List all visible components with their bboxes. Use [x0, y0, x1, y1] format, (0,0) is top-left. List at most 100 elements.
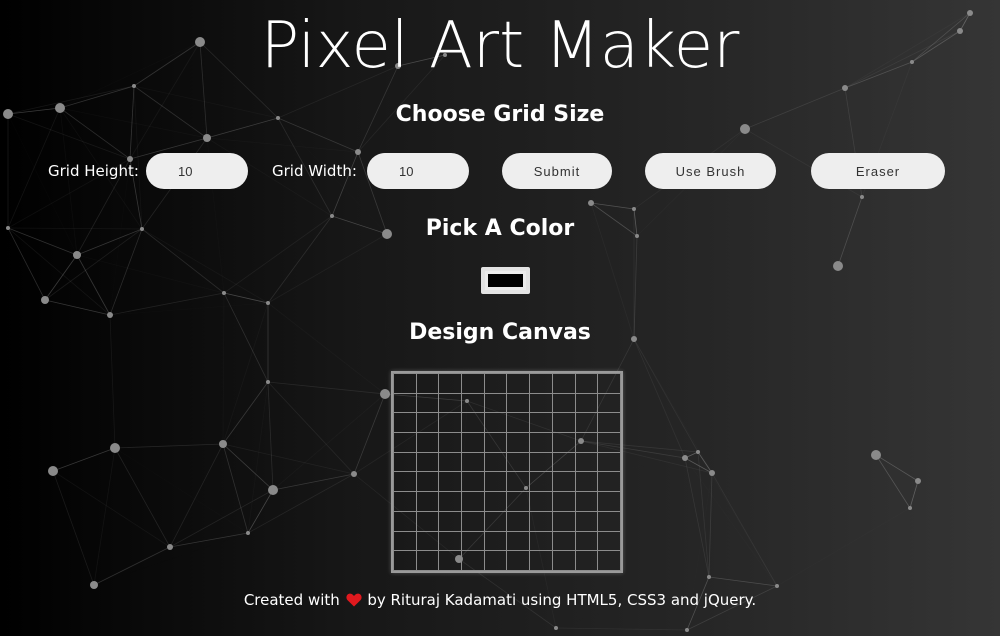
grid-cell[interactable]	[461, 491, 485, 512]
grid-cell[interactable]	[551, 491, 576, 512]
grid-cell[interactable]	[461, 451, 485, 473]
grid-cell[interactable]	[461, 412, 485, 434]
grid-cell[interactable]	[393, 530, 417, 552]
grid-cell[interactable]	[415, 451, 440, 473]
grid-cell[interactable]	[551, 550, 576, 571]
grid-cell[interactable]	[393, 392, 417, 414]
grid-cell[interactable]	[483, 373, 508, 394]
color-picker[interactable]	[481, 267, 530, 294]
grid-cell[interactable]	[438, 432, 463, 453]
grid-cell[interactable]	[597, 550, 621, 571]
grid-cell[interactable]	[438, 491, 463, 512]
grid-height-input[interactable]	[146, 153, 248, 189]
grid-cell[interactable]	[415, 432, 440, 453]
grid-cell[interactable]	[597, 530, 621, 552]
grid-cell[interactable]	[551, 510, 576, 532]
grid-cell[interactable]	[393, 550, 417, 571]
grid-cell[interactable]	[551, 432, 576, 453]
grid-cell[interactable]	[574, 412, 599, 434]
grid-cell[interactable]	[483, 530, 508, 552]
grid-cell[interactable]	[393, 451, 417, 473]
grid-cell[interactable]	[461, 510, 485, 532]
grid-cell[interactable]	[415, 510, 440, 532]
grid-cell[interactable]	[415, 491, 440, 512]
grid-cell[interactable]	[506, 491, 531, 512]
grid-cell[interactable]	[529, 471, 553, 493]
grid-cell[interactable]	[438, 373, 463, 394]
eraser-button[interactable]: Eraser	[811, 153, 945, 189]
grid-cell[interactable]	[529, 451, 553, 473]
grid-cell[interactable]	[551, 451, 576, 473]
submit-button[interactable]: Submit	[502, 153, 612, 189]
grid-cell[interactable]	[597, 491, 621, 512]
grid-cell[interactable]	[529, 412, 553, 434]
grid-cell[interactable]	[438, 550, 463, 571]
grid-cell[interactable]	[551, 471, 576, 493]
grid-cell[interactable]	[597, 510, 621, 532]
grid-cell[interactable]	[438, 412, 463, 434]
grid-cell[interactable]	[483, 510, 508, 532]
grid-cell[interactable]	[461, 432, 485, 453]
grid-cell[interactable]	[461, 373, 485, 394]
grid-cell[interactable]	[529, 392, 553, 414]
grid-cell[interactable]	[506, 392, 531, 414]
grid-cell[interactable]	[483, 432, 508, 453]
grid-cell[interactable]	[483, 491, 508, 512]
grid-cell[interactable]	[597, 392, 621, 414]
grid-cell[interactable]	[506, 471, 531, 493]
grid-cell[interactable]	[529, 432, 553, 453]
grid-cell[interactable]	[483, 412, 508, 434]
grid-cell[interactable]	[438, 530, 463, 552]
grid-cell[interactable]	[529, 530, 553, 552]
grid-cell[interactable]	[483, 451, 508, 473]
grid-width-input[interactable]	[367, 153, 469, 189]
grid-cell[interactable]	[506, 432, 531, 453]
grid-cell[interactable]	[529, 491, 553, 512]
grid-cell[interactable]	[461, 530, 485, 552]
grid-cell[interactable]	[506, 510, 531, 532]
grid-cell[interactable]	[574, 451, 599, 473]
grid-cell[interactable]	[529, 510, 553, 532]
grid-cell[interactable]	[506, 451, 531, 473]
grid-cell[interactable]	[393, 432, 417, 453]
grid-cell[interactable]	[393, 412, 417, 434]
grid-cell[interactable]	[551, 412, 576, 434]
grid-cell[interactable]	[461, 550, 485, 571]
use-brush-button[interactable]: Use Brush	[645, 153, 776, 189]
grid-cell[interactable]	[483, 471, 508, 493]
grid-cell[interactable]	[597, 373, 621, 394]
grid-cell[interactable]	[574, 392, 599, 414]
grid-cell[interactable]	[529, 373, 553, 394]
grid-cell[interactable]	[574, 550, 599, 571]
grid-cell[interactable]	[597, 432, 621, 453]
grid-cell[interactable]	[483, 550, 508, 571]
grid-cell[interactable]	[393, 510, 417, 532]
grid-cell[interactable]	[574, 432, 599, 453]
grid-cell[interactable]	[506, 530, 531, 552]
grid-cell[interactable]	[415, 550, 440, 571]
grid-cell[interactable]	[393, 373, 417, 394]
grid-cell[interactable]	[506, 550, 531, 571]
grid-cell[interactable]	[574, 510, 599, 532]
grid-cell[interactable]	[551, 392, 576, 414]
grid-cell[interactable]	[393, 491, 417, 512]
grid-cell[interactable]	[461, 392, 485, 414]
grid-cell[interactable]	[438, 510, 463, 532]
grid-cell[interactable]	[574, 491, 599, 512]
grid-cell[interactable]	[461, 471, 485, 493]
grid-cell[interactable]	[438, 471, 463, 493]
grid-cell[interactable]	[529, 550, 553, 571]
grid-cell[interactable]	[415, 530, 440, 552]
grid-cell[interactable]	[483, 392, 508, 414]
grid-cell[interactable]	[597, 451, 621, 473]
grid-cell[interactable]	[597, 412, 621, 434]
grid-cell[interactable]	[506, 412, 531, 434]
grid-cell[interactable]	[415, 471, 440, 493]
grid-cell[interactable]	[574, 373, 599, 394]
grid-cell[interactable]	[438, 392, 463, 414]
grid-cell[interactable]	[415, 373, 440, 394]
grid-cell[interactable]	[574, 471, 599, 493]
grid-cell[interactable]	[574, 530, 599, 552]
grid-cell[interactable]	[597, 471, 621, 493]
grid-cell[interactable]	[415, 392, 440, 414]
